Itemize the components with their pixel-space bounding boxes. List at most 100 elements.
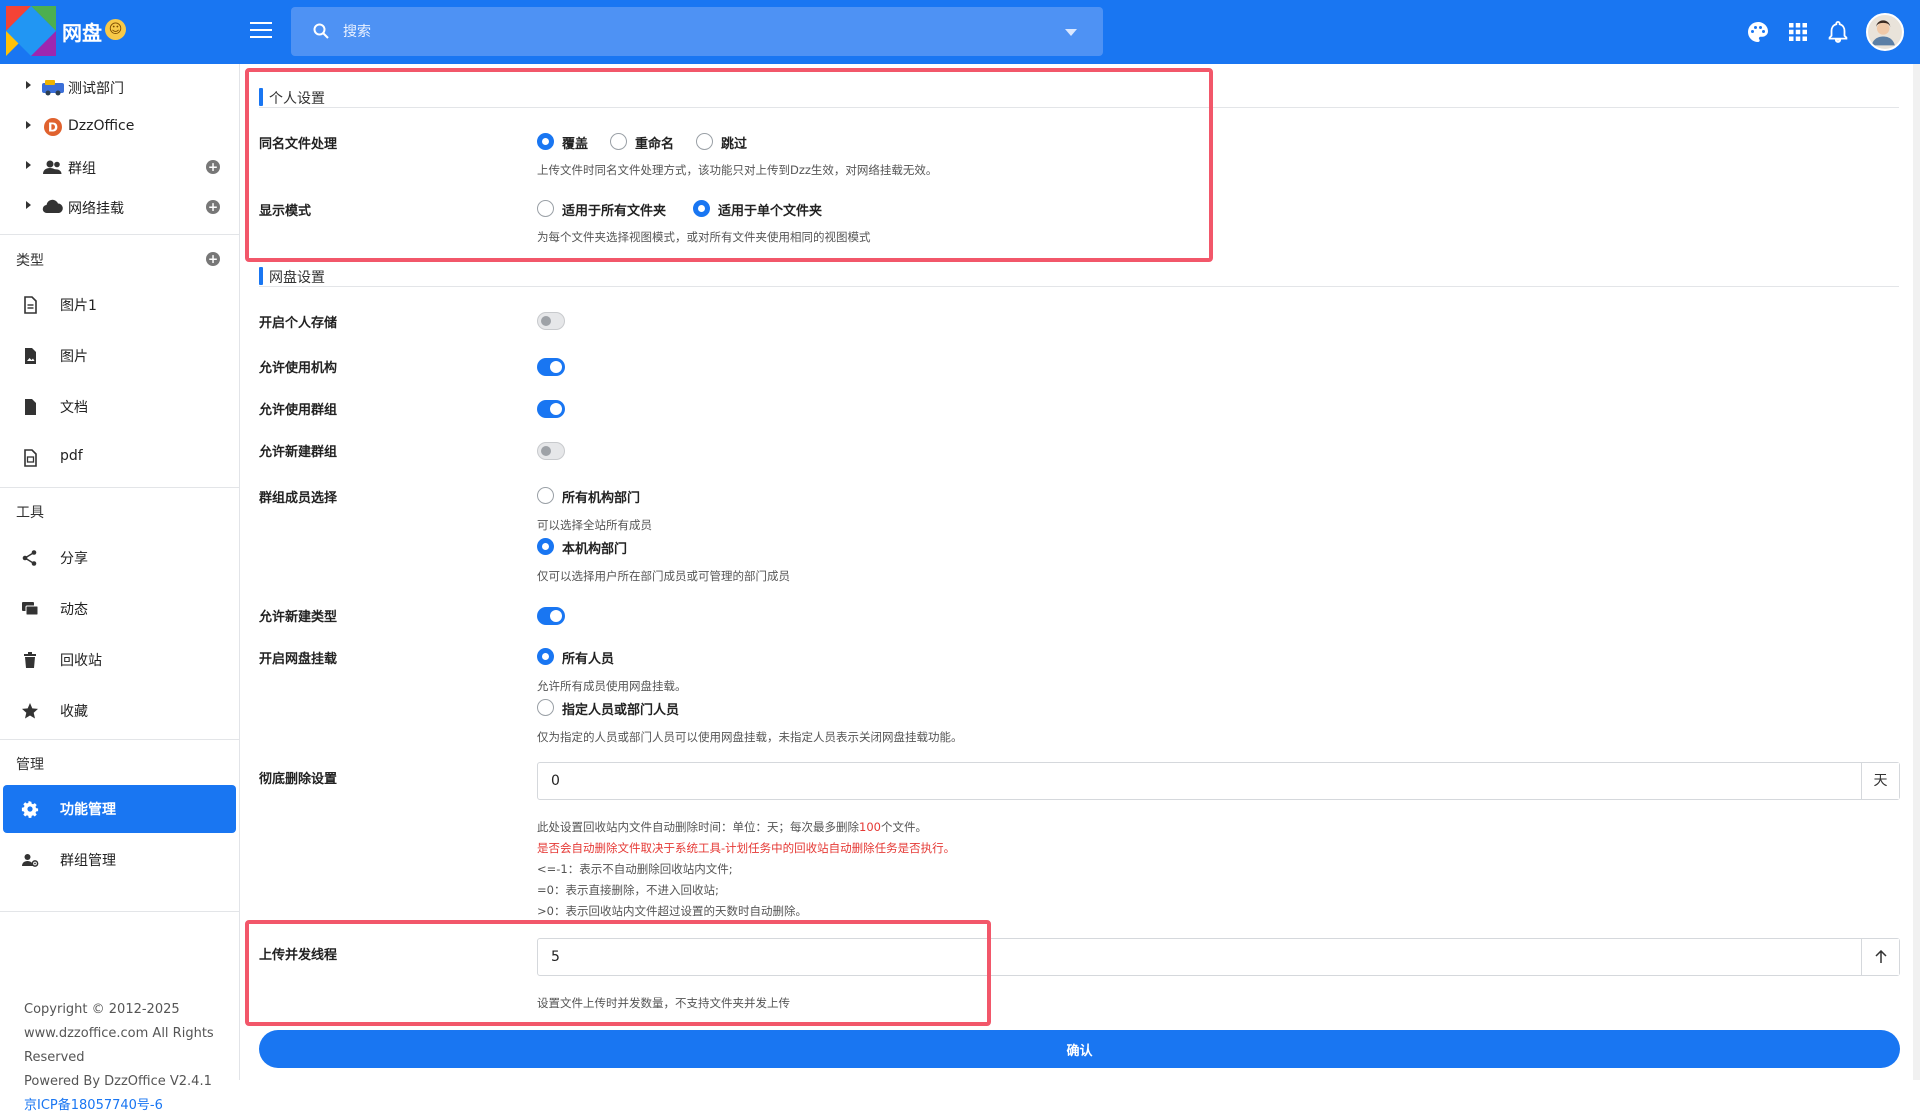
purge-days-input[interactable] — [538, 763, 1858, 799]
radio-skip[interactable]: 跳过 — [696, 132, 756, 152]
tree-item-label: 测试部门 — [68, 81, 124, 97]
radio-all-members[interactable]: 所有人员 — [537, 647, 627, 667]
radio-dot[interactable] — [696, 133, 713, 150]
tree-item-network-mount[interactable]: 网络挂载 + — [0, 187, 240, 227]
radio-label: 覆盖 — [562, 137, 589, 152]
radio-label: 适用于单个文件夹 — [718, 204, 823, 219]
scrollbar[interactable] — [1913, 64, 1920, 1080]
radio-single-folder[interactable]: 适用于单个文件夹 — [693, 199, 833, 219]
allow-group-label: 允许使用群组 — [259, 403, 338, 418]
tree-item-groups[interactable]: 群组 + — [0, 147, 240, 187]
same-name-label: 同名文件处理 — [259, 137, 338, 152]
radio-dot[interactable] — [693, 200, 710, 217]
cloud-icon — [42, 199, 63, 214]
nav-item-image[interactable]: 图片 — [0, 332, 240, 380]
tree-item-test-department[interactable]: 测试部门 — [0, 67, 240, 107]
purge-hint-post: 个文件。 — [880, 820, 927, 834]
org-d-icon: D — [44, 118, 62, 136]
radio-rename[interactable]: 重命名 — [610, 132, 680, 152]
nav-item-feature-management[interactable]: 功能管理 — [3, 785, 236, 833]
expand-arrow-icon[interactable] — [26, 201, 31, 209]
purge-rule-1: <=-1：表示不自动删除回收站内文件; — [537, 862, 733, 876]
allow-org-toggle[interactable] — [537, 358, 565, 376]
nav-item-pdf[interactable]: pdf — [0, 434, 240, 482]
allow-org-label: 允许使用机构 — [259, 361, 338, 376]
pdf-file-icon — [24, 449, 37, 467]
nav-item-recycle-bin[interactable]: 回收站 — [0, 636, 240, 684]
radio-dot[interactable] — [537, 487, 554, 504]
group-member-hint1: 可以选择全站所有成员 — [537, 518, 652, 532]
add-group-icon[interactable]: + — [206, 160, 220, 174]
department-icon — [42, 80, 64, 96]
bell-icon[interactable] — [1826, 20, 1850, 44]
confirm-button[interactable]: 确认 — [259, 1030, 1900, 1068]
radio-dot[interactable] — [537, 699, 554, 716]
personal-storage-toggle[interactable] — [537, 312, 565, 330]
types-section-title: 类型 — [16, 253, 44, 269]
expand-arrow-icon[interactable] — [26, 161, 31, 169]
radio-label: 所有人员 — [562, 652, 615, 667]
radio-dot[interactable] — [610, 133, 627, 150]
section-title: 网盘设置 — [269, 270, 325, 286]
expand-arrow-icon[interactable] — [26, 121, 31, 129]
menu-icon[interactable] — [250, 22, 272, 40]
radio-overwrite[interactable]: 覆盖 — [537, 132, 597, 152]
radio-specified-members[interactable]: 指定人员或部门人员 — [537, 698, 687, 718]
radio-dot[interactable] — [537, 200, 554, 217]
purge-hint-number: 100 — [859, 820, 881, 834]
add-mount-icon[interactable]: + — [206, 200, 220, 214]
search-input[interactable] — [343, 19, 1043, 45]
purge-rule-3: >0：表示回收站内文件超过设置的天数时自动删除。 — [537, 904, 807, 918]
allow-new-type-label: 允许新建类型 — [259, 610, 338, 625]
allow-new-type-toggle[interactable] — [537, 607, 565, 625]
radio-dot[interactable] — [537, 133, 554, 150]
group-member-hint2: 仅可以选择用户所在部门成员或可管理的部门成员 — [537, 569, 790, 583]
top-bar: 网盘 ☺ — [0, 0, 1920, 64]
radio-dot[interactable] — [537, 538, 554, 555]
share-icon — [22, 550, 37, 566]
radio-label: 指定人员或部门人员 — [562, 703, 680, 718]
nav-item-label: 图片 — [60, 349, 88, 365]
allow-new-group-toggle[interactable] — [537, 442, 565, 460]
nav-item-activity[interactable]: 动态 — [0, 585, 240, 633]
purge-unit-addon: 天 — [1861, 763, 1899, 799]
add-type-icon[interactable]: + — [206, 252, 220, 266]
upload-threads-input[interactable] — [538, 939, 1858, 975]
site-text: www.dzzoffice.com All Rights — [24, 1026, 214, 1041]
icp-link[interactable]: 京ICP备18057740号-6 — [24, 1094, 224, 1118]
activity-icon — [22, 602, 39, 616]
allow-group-toggle[interactable] — [537, 400, 565, 418]
nav-item-favorites[interactable]: 收藏 — [0, 687, 240, 735]
upload-threads-input-group — [537, 938, 1900, 976]
settings-panel: 个人设置 同名文件处理 覆盖 重命名 跳过 上传文件时同名文件处理方式，该功能只… — [241, 64, 1920, 1080]
arrow-up-icon[interactable] — [1861, 939, 1899, 975]
tree-item-dzzoffice[interactable]: D DzzOffice — [0, 107, 240, 147]
tree-item-label: 网络挂载 — [68, 201, 124, 217]
divider — [0, 487, 239, 488]
expand-arrow-icon[interactable] — [26, 81, 31, 89]
svg-text:D: D — [48, 121, 58, 135]
radio-all-org-departments[interactable]: 所有机构部门 — [537, 486, 657, 506]
search-icon — [313, 23, 329, 39]
nav-item-label: 动态 — [60, 602, 88, 618]
mount-hint2: 仅为指定的人员或部门人员可以使用网盘挂载，未指定人员表示关闭网盘挂载功能。 — [537, 730, 963, 744]
user-avatar[interactable] — [1866, 13, 1904, 51]
search-dropdown-icon[interactable] — [1065, 29, 1077, 36]
nav-item-image1[interactable]: 图片1 — [0, 281, 240, 329]
image-file-icon — [25, 348, 36, 364]
nav-item-label: 文档 — [60, 400, 88, 416]
apps-grid-icon[interactable] — [1786, 20, 1810, 44]
app-logo[interactable] — [6, 6, 56, 56]
display-mode-hint: 为每个文件夹选择视图模式，或对所有文件夹使用相同的视图模式 — [537, 230, 871, 244]
netdisk-settings-header: 网盘设置 — [259, 265, 1899, 287]
palette-icon[interactable] — [1746, 20, 1770, 44]
nav-item-group-management[interactable]: 群组管理 — [0, 836, 240, 884]
nav-item-share[interactable]: 分享 — [0, 534, 240, 582]
radio-own-org-department[interactable]: 本机构部门 — [537, 537, 647, 557]
radio-label: 本机构部门 — [562, 542, 628, 557]
nav-item-document[interactable]: 文档 — [0, 383, 240, 431]
radio-dot[interactable] — [537, 648, 554, 665]
sidebar: 测试部门 D DzzOffice 群组 + 网络挂载 + 类型 + 图片1 图片… — [0, 64, 240, 1113]
radio-all-folders[interactable]: 适用于所有文件夹 — [537, 199, 677, 219]
mount-label: 开启网盘挂载 — [259, 652, 338, 667]
